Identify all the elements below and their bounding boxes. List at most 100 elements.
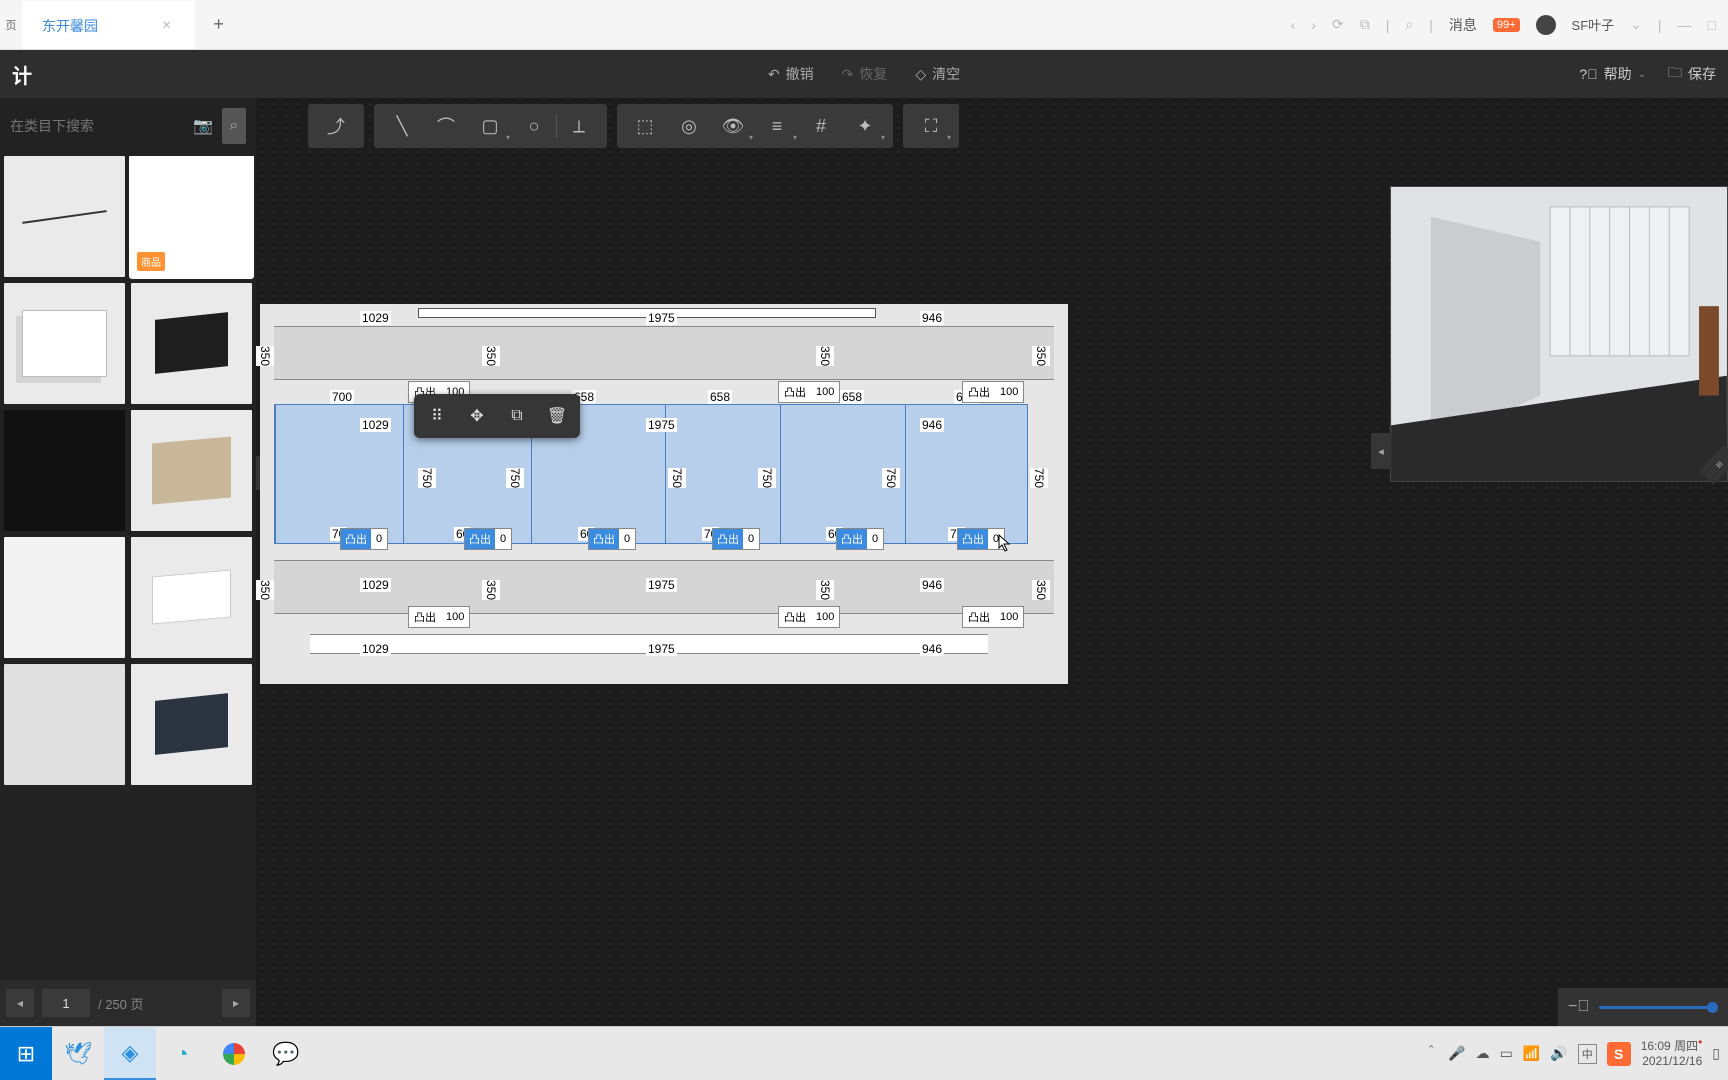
material-thumb[interactable]: [131, 537, 252, 658]
visibility-icon[interactable]: 👁▾: [711, 104, 755, 148]
extrude-value: 100: [995, 609, 1023, 625]
extrude-value: 100: [995, 384, 1023, 400]
extrude-value-input[interactable]: 0: [867, 531, 883, 547]
minimize-icon[interactable]: —: [1678, 17, 1692, 33]
search-icon[interactable]: ⌕: [1405, 16, 1413, 33]
preview-collapse-handle[interactable]: ◂: [1371, 433, 1391, 469]
material-thumb[interactable]: [131, 410, 252, 531]
search-button[interactable]: ⌕: [222, 108, 247, 144]
product-badge: 商品: [137, 252, 165, 271]
duplicate-icon[interactable]: ⧉: [498, 398, 536, 434]
page-next-button[interactable]: ▸: [222, 989, 250, 1017]
user-dropdown-icon[interactable]: ⌄: [1630, 16, 1642, 33]
image-search-icon[interactable]: 📷: [191, 108, 216, 144]
material-thumb[interactable]: [131, 664, 252, 785]
zoom-slider[interactable]: [1599, 1006, 1718, 1009]
circle-tool-icon[interactable]: ○: [512, 104, 556, 148]
home-tab[interactable]: 页: [0, 0, 22, 50]
active-tab[interactable]: 东开馨园 ×: [22, 1, 195, 49]
tray-mic-icon[interactable]: 🎤: [1448, 1045, 1465, 1062]
refresh-icon[interactable]: ⟳: [1332, 16, 1344, 33]
taskbar-app[interactable]: 💬: [260, 1027, 312, 1080]
save-label: 保存: [1688, 64, 1716, 84]
map-icon[interactable]: ⛶▾: [909, 104, 953, 148]
extrude-value-input[interactable]: 0: [495, 531, 511, 547]
new-tab-button[interactable]: +: [195, 14, 242, 35]
dim-label: 946: [920, 418, 944, 432]
clock-time: 16:09: [1641, 1039, 1671, 1053]
material-thumb[interactable]: [4, 283, 125, 404]
delete-icon[interactable]: 🗑: [538, 398, 576, 434]
save-button[interactable]: 🗀保存: [1668, 62, 1716, 86]
taskbar-app[interactable]: ⊞: [0, 1027, 52, 1080]
material-thumb[interactable]: [131, 283, 252, 404]
material-thumb[interactable]: [4, 410, 125, 531]
tray-volume-icon[interactable]: 🔊: [1550, 1045, 1567, 1062]
tray-chevron-icon[interactable]: ＾: [1424, 1044, 1438, 1064]
dim-label: 350: [1032, 346, 1050, 366]
redo-icon: ↷: [842, 66, 854, 83]
redo-button[interactable]: ↷恢复: [842, 64, 888, 84]
target-tool-icon[interactable]: ◎: [667, 104, 711, 148]
nav-back-icon[interactable]: ‹: [1291, 17, 1296, 33]
zoom-out-icon[interactable]: −⃝: [1568, 998, 1589, 1016]
taskbar-app[interactable]: ◈: [104, 1027, 156, 1080]
app-toolbar: 计 ↶撤销 ↷恢复 ◇清空 ?⃝帮助⌄ 🗀保存: [0, 50, 1728, 98]
material-thumb[interactable]: [4, 156, 125, 277]
dim-label: 1029: [360, 418, 391, 432]
copy-icon[interactable]: ⧉: [1360, 16, 1370, 33]
material-thumb[interactable]: [4, 664, 125, 785]
align-tool-icon[interactable]: ≡▾: [755, 104, 799, 148]
upload-icon[interactable]: ⤴: [314, 104, 358, 148]
taskbar-app[interactable]: ◔: [156, 1027, 208, 1080]
messages-label[interactable]: 消息: [1449, 15, 1477, 35]
canvas[interactable]: ⤴ ╲ ⌒ ▢▾ ○ ⟂ ⬚ ◎ 👁▾ ≡▾ # ✦▾ ⛶▾ ◂: [256, 98, 1728, 1026]
dim-label: 946: [920, 578, 944, 592]
extrude-value-input[interactable]: 0: [371, 531, 387, 547]
material-thumb[interactable]: 商品: [131, 156, 252, 277]
search-input[interactable]: [10, 118, 191, 134]
extrude-badge: 凸出: [713, 529, 743, 549]
close-tab-icon[interactable]: ×: [158, 17, 175, 35]
3d-preview[interactable]: ◂ ≡: [1390, 186, 1728, 482]
clear-icon: ◇: [915, 66, 926, 83]
move-icon[interactable]: ✥: [458, 398, 496, 434]
taskbar-app[interactable]: 🕊: [52, 1027, 104, 1080]
tray-sogou-icon[interactable]: S: [1607, 1042, 1631, 1066]
extrude-value-input[interactable]: 0: [619, 531, 635, 547]
tray-battery-icon[interactable]: ▭: [1500, 1045, 1513, 1062]
angle-tool-icon[interactable]: ⟂: [557, 104, 601, 148]
help-button[interactable]: ?⃝帮助⌄: [1579, 64, 1646, 84]
tray-wifi-icon[interactable]: 📶: [1523, 1045, 1540, 1062]
divider: |: [1429, 17, 1433, 33]
grid-menu-icon[interactable]: ⠿: [418, 398, 456, 434]
dim-label: 1975: [646, 311, 677, 325]
clear-label: 清空: [932, 64, 960, 84]
taskbar-app[interactable]: [208, 1027, 260, 1080]
dim-label: 350: [482, 346, 500, 366]
select-tool-icon[interactable]: ⬚: [623, 104, 667, 148]
rect-tool-icon[interactable]: ▢▾: [468, 104, 512, 148]
line-tool-icon[interactable]: ╲: [380, 104, 424, 148]
arc-tool-icon[interactable]: ⌒: [424, 104, 468, 148]
extrude-value-input[interactable]: 0: [743, 531, 759, 547]
dim-label: 946: [920, 642, 944, 656]
material-thumb[interactable]: [4, 537, 125, 658]
clear-button[interactable]: ◇ 清空: [915, 64, 960, 84]
floorplan[interactable]: 1029 1975 946 700 658 658 658 617 凸出100 …: [260, 304, 1068, 684]
nav-fwd-icon[interactable]: ›: [1311, 17, 1316, 33]
grid-icon[interactable]: #: [799, 104, 843, 148]
undo-button[interactable]: ↶撤销: [768, 64, 814, 84]
brush-icon[interactable]: ✦▾: [843, 104, 887, 148]
tray-clock[interactable]: 16:09 周四• 2021/12/16: [1641, 1039, 1703, 1068]
tray-ime-icon[interactable]: 中: [1578, 1044, 1597, 1064]
dim-label: 750: [418, 468, 436, 488]
extrude-badge: 凸出: [341, 529, 371, 549]
tray-notifications-icon[interactable]: ▯: [1712, 1045, 1720, 1062]
page-input[interactable]: [42, 989, 90, 1017]
maximize-icon[interactable]: □: [1708, 17, 1716, 33]
user-avatar[interactable]: [1536, 15, 1556, 35]
extrude-value-input[interactable]: 0: [988, 531, 1004, 547]
tray-cloud-icon[interactable]: ☁: [1476, 1045, 1490, 1062]
page-prev-button[interactable]: ◂: [6, 989, 34, 1017]
